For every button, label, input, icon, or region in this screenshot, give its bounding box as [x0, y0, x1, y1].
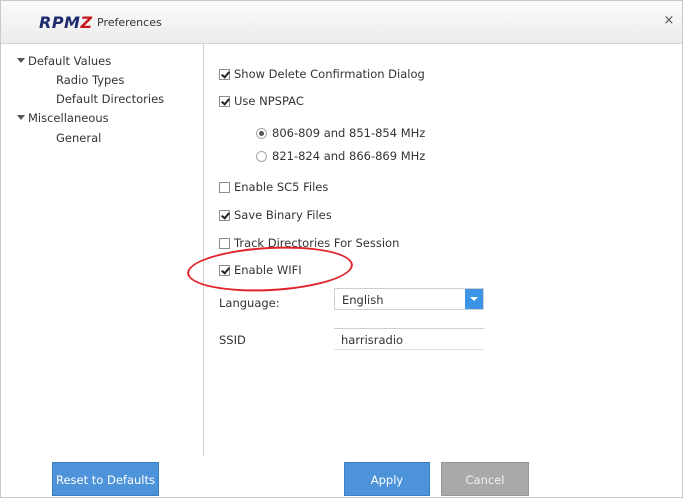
ssid-value: harrisradio	[341, 333, 404, 347]
save-binary-checkbox[interactable]	[219, 209, 230, 221]
enable-sc5-option[interactable]: Enable SC5 Files	[219, 180, 328, 194]
preferences-window: RPMZ Preferences × Default Values Radio …	[0, 0, 683, 498]
show-delete-confirmation-checkbox[interactable]	[219, 68, 230, 80]
cancel-button[interactable]: Cancel	[441, 462, 529, 496]
enable-sc5-checkbox[interactable]	[219, 181, 230, 193]
tree-item-general[interactable]: General	[56, 131, 101, 145]
expand-triangle-icon[interactable]	[17, 115, 25, 120]
use-npspac-checkbox[interactable]	[219, 95, 230, 107]
language-value: English	[342, 293, 384, 307]
band-821-radio[interactable]	[256, 150, 267, 162]
navigation-tree: Default Values Radio Types Default Direc…	[9, 44, 204, 456]
tree-item-radio-types[interactable]: Radio Types	[56, 73, 124, 87]
band-806-option[interactable]: 806-809 and 851-854 MHz	[256, 126, 425, 140]
language-label: Language:	[219, 296, 280, 310]
window-title: Preferences	[97, 16, 162, 29]
band-821-option[interactable]: 821-824 and 866-869 MHz	[256, 149, 425, 163]
language-dropdown[interactable]: English	[334, 288, 484, 310]
tree-item-default-values[interactable]: Default Values	[17, 54, 111, 68]
apply-button[interactable]: Apply	[344, 462, 430, 496]
track-directories-checkbox[interactable]	[219, 237, 230, 249]
rpm2-logo: RPMZ	[39, 13, 93, 32]
reset-to-defaults-button[interactable]: Reset to Defaults	[52, 462, 159, 496]
ssid-input[interactable]: harrisradio	[334, 328, 484, 350]
title-bar: RPMZ Preferences ×	[1, 1, 682, 44]
close-icon[interactable]: ×	[662, 14, 676, 28]
show-delete-confirmation-option[interactable]: Show Delete Confirmation Dialog	[219, 67, 425, 81]
band-806-radio[interactable]	[256, 127, 267, 139]
ssid-label: SSID	[219, 333, 246, 347]
expand-triangle-icon[interactable]	[17, 58, 25, 63]
tree-item-default-directories[interactable]: Default Directories	[56, 92, 164, 106]
chevron-down-icon[interactable]	[465, 289, 483, 309]
use-npspac-option[interactable]: Use NPSPAC	[219, 94, 304, 108]
save-binary-option[interactable]: Save Binary Files	[219, 208, 332, 222]
tree-item-miscellaneous[interactable]: Miscellaneous	[17, 111, 109, 125]
